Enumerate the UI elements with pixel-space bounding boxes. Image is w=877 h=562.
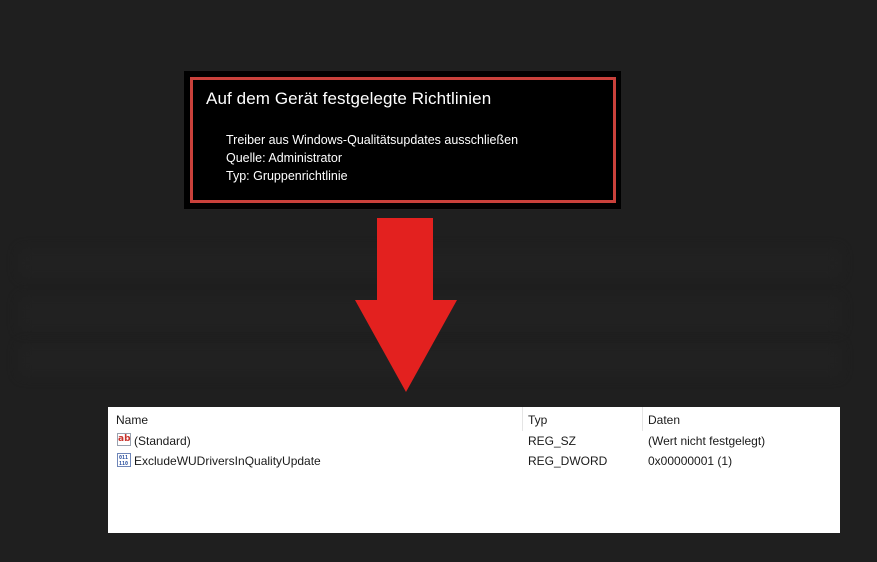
registry-row-standard[interactable]: ab (Standard) REG_SZ (Wert nicht festgel… xyxy=(108,431,840,451)
column-divider[interactable] xyxy=(522,407,523,431)
column-header-type[interactable]: Typ xyxy=(528,413,547,427)
binary-value-icon: 011 110 xyxy=(117,453,131,467)
value-data: (Wert nicht festgelegt) xyxy=(648,434,766,448)
value-type: REG_DWORD xyxy=(528,454,608,468)
string-value-icon: ab xyxy=(117,433,131,446)
list-header: Name Typ Daten xyxy=(108,407,840,431)
value-type: REG_SZ xyxy=(528,434,577,448)
value-data: 0x00000001 (1) xyxy=(648,454,733,468)
column-header-name[interactable]: Name xyxy=(116,413,148,427)
column-divider[interactable] xyxy=(642,407,643,431)
down-arrow-icon xyxy=(355,218,457,392)
svg-text:110: 110 xyxy=(119,461,128,466)
policy-source: Quelle: Administrator xyxy=(226,151,343,165)
value-name: ExcludeWUDriversInQualityUpdate xyxy=(134,454,321,468)
policy-type: Typ: Gruppenrichtlinie xyxy=(226,169,348,183)
column-header-data[interactable]: Daten xyxy=(648,413,680,427)
registry-value-list[interactable]: Name Typ Daten ab (Standard) REG_SZ (Wer… xyxy=(104,407,840,533)
value-name: (Standard) xyxy=(134,434,191,448)
policy-name: Treiber aus Windows-Qualitätsupdates aus… xyxy=(226,133,519,147)
registry-row-exclude-wu-drivers[interactable]: 011 110 ExcludeWUDriversInQualityUpdate … xyxy=(108,451,840,471)
policy-title: Auf dem Gerät festgelegte Richtlinien xyxy=(206,89,492,108)
policy-panel: Auf dem Gerät festgelegte Richtlinien Tr… xyxy=(184,71,621,209)
